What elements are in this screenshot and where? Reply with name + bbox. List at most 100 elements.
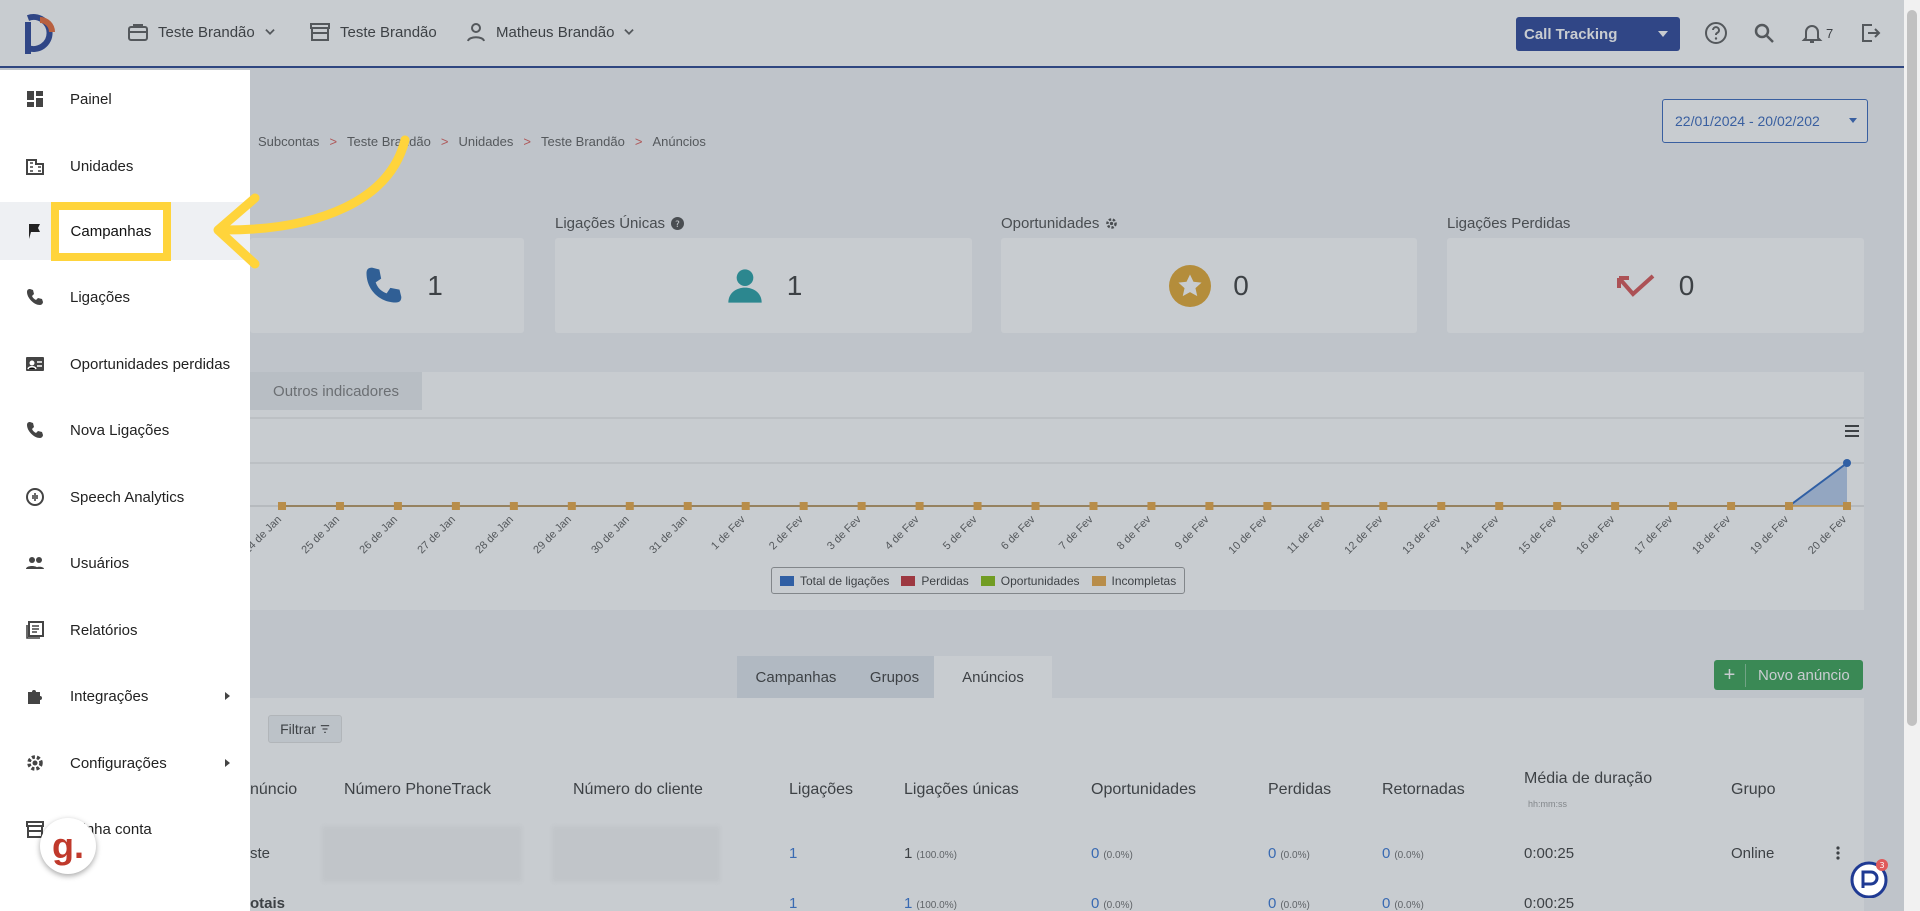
legend-item[interactable]: Incompletas bbox=[1091, 574, 1176, 588]
support-widget-icon[interactable]: 3 bbox=[1849, 858, 1889, 898]
cell-value[interactable]: 0 bbox=[1382, 895, 1390, 911]
breadcrumb-item[interactable]: Unidades bbox=[458, 134, 513, 149]
cell-percent: (0.0%) bbox=[1103, 900, 1133, 911]
cell-percent: (0.0%) bbox=[1394, 850, 1424, 861]
breadcrumb-item[interactable]: Subcontas bbox=[258, 134, 319, 149]
cell-calls[interactable]: 1 bbox=[789, 845, 797, 862]
x-tick-label: 2 de Fev bbox=[767, 513, 806, 552]
stat-value: 0 bbox=[1233, 269, 1249, 301]
chart-legend: Total de ligações Perdidas Oportunidades… bbox=[771, 567, 1186, 594]
sidebar-item-painel[interactable]: Painel bbox=[0, 70, 250, 128]
svg-text:?: ? bbox=[675, 220, 680, 230]
sidebar-item-unidades[interactable]: Unidades bbox=[0, 137, 250, 195]
scrollbar-thumb[interactable] bbox=[1907, 10, 1917, 726]
highlight-campaigns[interactable]: Campanhas bbox=[51, 202, 171, 261]
gear-icon[interactable] bbox=[1105, 217, 1118, 230]
cell-value: 1 bbox=[904, 845, 913, 862]
new-ad-label: Novo anúncio bbox=[1758, 666, 1850, 684]
stat-label-unique-calls: Ligações Únicas ? bbox=[555, 215, 685, 232]
question-icon[interactable]: ? bbox=[671, 217, 685, 230]
bell-icon[interactable] bbox=[1800, 21, 1824, 45]
legend-item[interactable]: Oportunidades bbox=[980, 574, 1080, 588]
sidebar-item-label: Unidades bbox=[70, 157, 134, 175]
cell-value[interactable]: 1 bbox=[904, 895, 912, 911]
data-point-incomplete bbox=[1727, 502, 1736, 510]
data-point-incomplete bbox=[1611, 502, 1620, 510]
column-header[interactable]: Número do cliente bbox=[573, 781, 703, 799]
column-header[interactable]: Retornadas bbox=[1382, 781, 1465, 799]
column-header[interactable]: núncio bbox=[250, 781, 297, 799]
tab-groups[interactable]: Grupos bbox=[855, 656, 934, 698]
totals-calls[interactable]: 1 bbox=[789, 895, 797, 911]
cell-value[interactable]: 0 bbox=[1268, 895, 1276, 911]
column-header[interactable]: Número PhoneTrack bbox=[344, 781, 491, 799]
column-header[interactable]: Ligações únicas bbox=[904, 781, 1019, 799]
tab-other-indicators[interactable]: Outros indicadores bbox=[250, 372, 422, 410]
x-tick-label: 18 de Fev bbox=[1690, 513, 1733, 556]
date-range-picker[interactable]: 22/01/2024 - 20/02/202 bbox=[1662, 99, 1868, 143]
series-area-total bbox=[282, 463, 1847, 506]
filter-button[interactable]: Filtrar bbox=[268, 715, 342, 743]
sidebar-item-minha-conta[interactable]: Minha conta bbox=[0, 800, 250, 858]
support-badge: 3 bbox=[1879, 861, 1884, 870]
search-icon[interactable] bbox=[1752, 21, 1776, 45]
account-selector[interactable]: Teste Brandão bbox=[126, 20, 277, 44]
unit-link[interactable]: Teste Brandão bbox=[308, 20, 437, 44]
breadcrumb-item: Anúncios bbox=[652, 134, 706, 149]
chevron-down-icon bbox=[624, 29, 635, 35]
sidebar-item-nova-ligacoes[interactable]: Nova Ligações bbox=[0, 401, 250, 459]
help-icon[interactable] bbox=[1704, 21, 1728, 45]
cell-value[interactable]: 0 bbox=[1091, 845, 1099, 862]
x-tick-label: 15 de Fev bbox=[1516, 513, 1559, 556]
totals-lost: 0 (0.0%) bbox=[1268, 895, 1310, 911]
column-header[interactable]: Grupo bbox=[1731, 781, 1775, 799]
sidebar-item-ligacoes[interactable]: Ligações bbox=[0, 268, 250, 326]
sidebar-item-label: Oportunidades perdidas bbox=[70, 355, 231, 373]
column-header[interactable]: Perdidas bbox=[1268, 781, 1331, 799]
sidebar-item-configuracoes[interactable]: Configurações bbox=[0, 734, 250, 792]
tab-ads[interactable]: Anúncios bbox=[934, 656, 1052, 698]
phone-icon bbox=[366, 267, 402, 302]
brand-logo[interactable] bbox=[20, 12, 60, 56]
x-tick-label: 4 de Fev bbox=[883, 513, 922, 552]
column-header[interactable]: Média de duração bbox=[1524, 770, 1652, 788]
breadcrumb-item[interactable]: Teste Brandão bbox=[347, 134, 431, 149]
cell-name: ste bbox=[250, 845, 271, 862]
cell-value[interactable]: 0 bbox=[1268, 845, 1276, 862]
chevron-down-icon bbox=[265, 29, 275, 35]
legend-item[interactable]: Total de ligações bbox=[780, 574, 889, 588]
logout-icon[interactable] bbox=[1858, 21, 1882, 45]
chat-avatar[interactable]: g. bbox=[40, 818, 96, 874]
page-scrollbar[interactable] bbox=[1904, 0, 1920, 911]
new-ad-button[interactable]: + Novo anúncio bbox=[1714, 660, 1863, 690]
data-point-incomplete bbox=[278, 502, 286, 510]
user-menu[interactable]: Matheus Brandão bbox=[464, 20, 636, 44]
cell-returned: 0 (0.0%) bbox=[1382, 845, 1424, 862]
x-tick-label: 11 de Fev bbox=[1285, 513, 1328, 556]
column-header[interactable]: Oportunidades bbox=[1091, 781, 1196, 799]
totals-unique: 1 (100.0%) bbox=[904, 895, 957, 911]
sidebar-item-relatorios[interactable]: Relatórios bbox=[0, 601, 250, 659]
sidebar-item-speech-analytics[interactable]: Speech Analytics bbox=[0, 468, 250, 526]
cell-opportunities: 0 (0.0%) bbox=[1091, 845, 1133, 862]
cell-percent: (0.0%) bbox=[1280, 850, 1310, 861]
x-tick-label: 16 de Fev bbox=[1574, 513, 1617, 556]
tab-campaigns[interactable]: Campanhas bbox=[737, 656, 855, 698]
x-tick-label: 30 de Jan bbox=[589, 514, 632, 557]
sidebar-item-integracoes[interactable]: Integrações bbox=[0, 667, 250, 725]
sidebar-item-oportunidades-perdidas[interactable]: Oportunidades perdidas bbox=[0, 335, 250, 393]
menu-icon[interactable] bbox=[1844, 423, 1860, 439]
cell-value[interactable]: 0 bbox=[1382, 845, 1390, 862]
totals-duration: 0:00:25 bbox=[1524, 895, 1575, 911]
cell-percent: (0.0%) bbox=[1280, 900, 1310, 911]
product-select[interactable]: Call Tracking bbox=[1516, 17, 1680, 51]
legend-item[interactable]: Perdidas bbox=[901, 574, 969, 588]
breadcrumb-item[interactable]: Teste Brandão bbox=[541, 134, 625, 149]
sidebar-item-label: Usuários bbox=[70, 554, 130, 572]
cell-value[interactable]: 0 bbox=[1091, 895, 1099, 911]
row-actions-icon[interactable] bbox=[1834, 845, 1842, 861]
sidebar-item-usuarios[interactable]: Usuários bbox=[0, 534, 250, 592]
column-header[interactable]: Ligações bbox=[789, 781, 853, 799]
building-icon bbox=[26, 159, 44, 175]
sidebar-item-label: Nova Ligações bbox=[70, 421, 170, 439]
